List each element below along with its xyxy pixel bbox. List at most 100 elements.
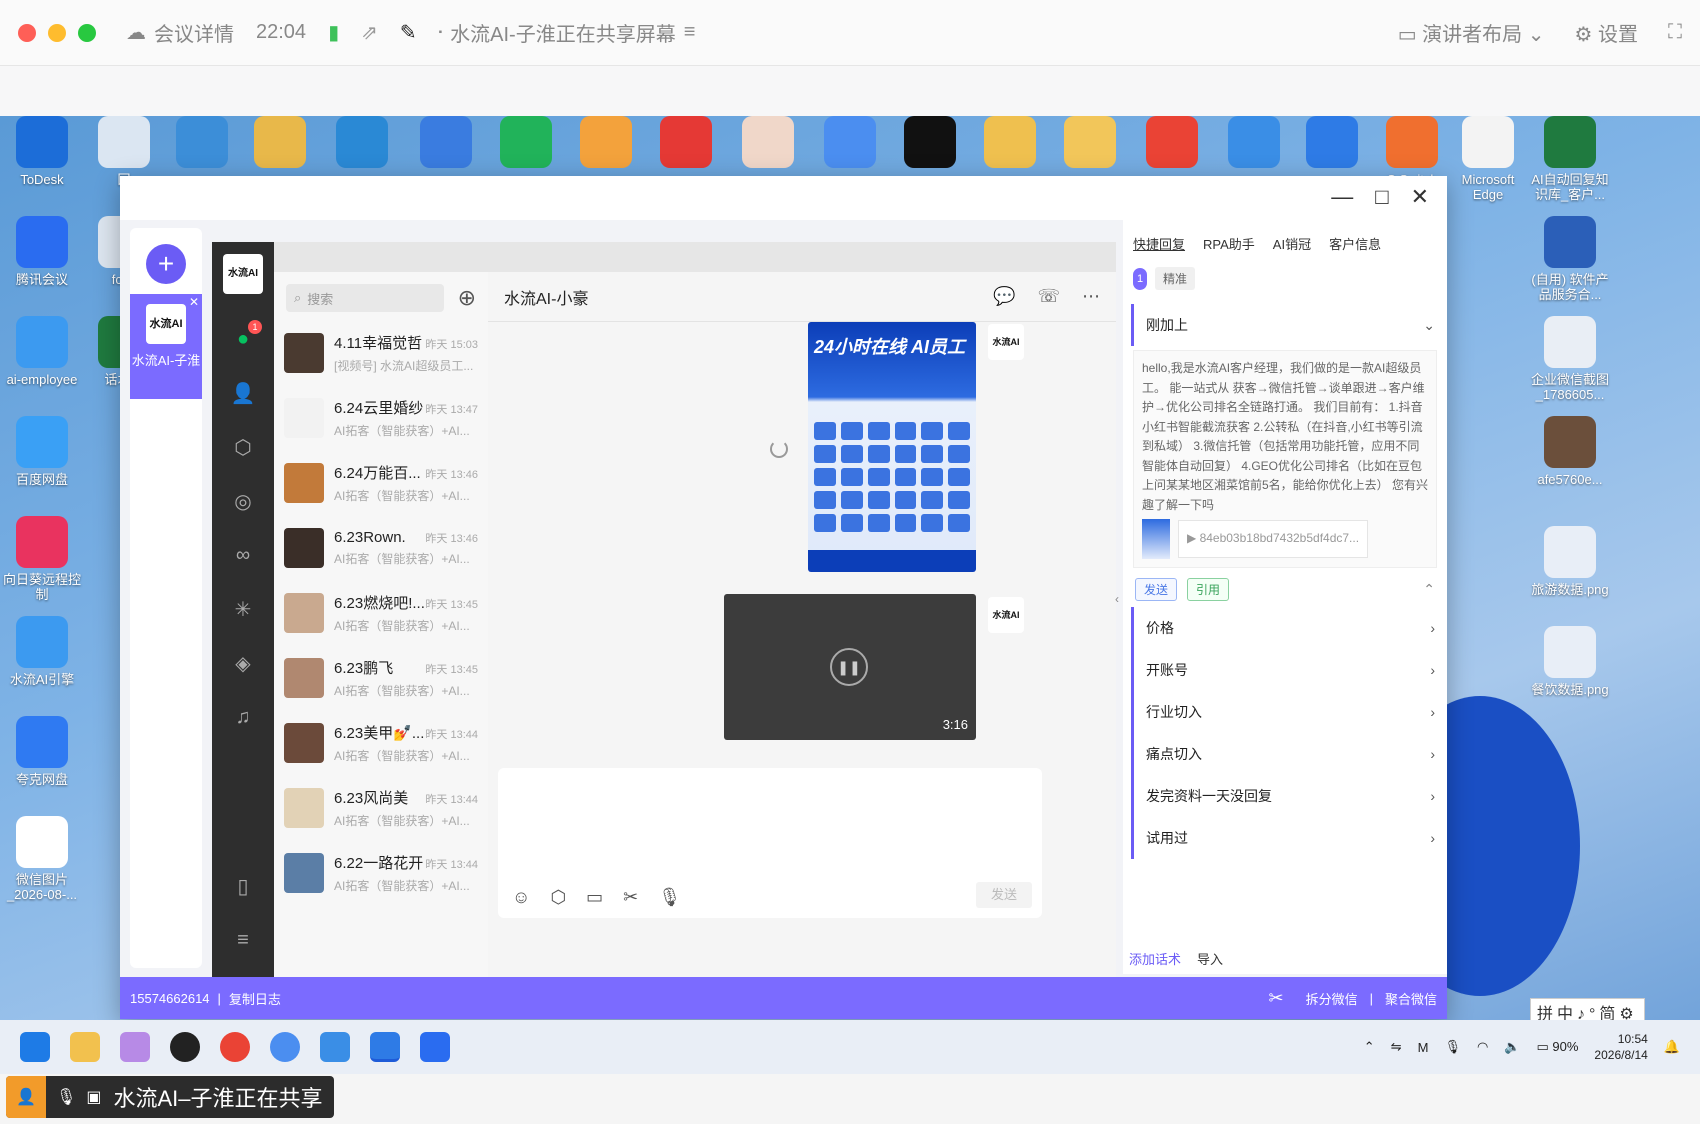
- message-input[interactable]: ☺ ⬡ ▭ ✂ 🎙 发送: [498, 768, 1042, 918]
- wechat-avatar[interactable]: 水流AI: [223, 254, 263, 294]
- chat-list-item[interactable]: 6.22一路花开 昨天 13:44 AI拓客（智能获客）+AI...: [274, 840, 488, 905]
- video-message[interactable]: ❚❚ 3:16: [724, 594, 976, 740]
- desktop-icon[interactable]: Microsoft Edge: [1446, 116, 1530, 202]
- desktop-icon[interactable]: ToDesk: [0, 116, 84, 187]
- file-explorer-icon[interactable]: [70, 1032, 100, 1062]
- add-script-link[interactable]: 添加话术: [1129, 949, 1181, 968]
- microphone-tray-icon[interactable]: 🎙: [1444, 1039, 1461, 1055]
- reply-category[interactable]: 痛点切入 ›: [1131, 733, 1447, 775]
- contacts-icon[interactable]: 👤: [212, 366, 274, 420]
- desktop-icon[interactable]: [160, 116, 244, 172]
- poster-image[interactable]: 24小时在线 AI员工: [808, 322, 976, 572]
- sender-avatar[interactable]: 水流AI: [988, 597, 1024, 633]
- desktop-icon[interactable]: [564, 116, 648, 172]
- sharing-indicator[interactable]: 👤 🎙 ▣ 水流AI–子淮正在共享: [6, 1076, 335, 1118]
- sender-avatar[interactable]: 水流AI: [988, 324, 1024, 360]
- desktop-icon[interactable]: 水流AI引擎: [0, 616, 84, 687]
- mic-icon[interactable]: 🎙: [46, 1087, 76, 1107]
- desktop-icon[interactable]: 百度网盘: [0, 416, 84, 487]
- chevron-up-icon[interactable]: ⌃: [1364, 1039, 1375, 1055]
- start-icon[interactable]: [20, 1032, 50, 1062]
- copy-log-link[interactable]: 复制日志: [229, 989, 281, 1008]
- desktop-icon[interactable]: [238, 116, 322, 172]
- clock[interactable]: 10:54 2026/8/14: [1594, 1031, 1647, 1063]
- desktop-icon[interactable]: [1130, 116, 1214, 172]
- search-feature-icon[interactable]: ✳: [212, 582, 274, 636]
- search-app-icon[interactable]: [270, 1032, 300, 1062]
- attachment-thumbnail[interactable]: [1142, 519, 1170, 559]
- close-icon[interactable]: ✕: [1411, 184, 1429, 210]
- network-tray-icon[interactable]: ⇋: [1391, 1039, 1402, 1055]
- merge-wechat-link[interactable]: 聚合微信: [1385, 989, 1437, 1008]
- moments-icon[interactable]: ◎: [212, 474, 274, 528]
- reply-category[interactable]: 发完资料一天没回复 ›: [1131, 775, 1447, 817]
- desktop-icon[interactable]: (自用) 软件产品服务合...: [1528, 216, 1612, 302]
- desktop-icon[interactable]: [968, 116, 1052, 172]
- music-icon[interactable]: ♫: [212, 690, 274, 744]
- desktop-icon[interactable]: [1212, 116, 1296, 172]
- annotate-off-icon[interactable]: ✎: [400, 20, 417, 45]
- quote-reply-button[interactable]: 引用: [1187, 578, 1230, 601]
- tencent-meeting-icon[interactable]: [420, 1032, 450, 1062]
- filter-chip[interactable]: 精准: [1155, 267, 1196, 290]
- settings-button[interactable]: ⚙ 设置: [1575, 18, 1639, 47]
- fullscreen-icon[interactable]: ⛶: [1668, 21, 1682, 44]
- add-account-button[interactable]: +: [146, 244, 186, 284]
- video-attachment[interactable]: ▶ 84eb03b18bd7432b5df4dc7...: [1178, 520, 1369, 558]
- desktop-icon[interactable]: [404, 116, 488, 172]
- chevron-up-icon[interactable]: ⌃: [1423, 581, 1435, 598]
- popout-icon[interactable]: ⇗: [361, 20, 378, 45]
- chat-list-item[interactable]: 6.23Rown. 昨天 13:46 AI拓客（智能获客）+AI...: [274, 515, 488, 580]
- message-icon[interactable]: 💬: [993, 286, 1015, 307]
- desktop-icon[interactable]: [888, 116, 972, 172]
- filter-count[interactable]: 1: [1133, 267, 1147, 290]
- call-icon[interactable]: ☏: [1037, 286, 1060, 307]
- desktop-icon[interactable]: [726, 116, 810, 172]
- openai-icon[interactable]: [170, 1032, 200, 1062]
- favorites-icon[interactable]: ⬡: [550, 887, 566, 908]
- notification-icon[interactable]: 🔔: [1664, 1039, 1680, 1055]
- chat-list-item[interactable]: 4.11幸福觉哲 昨天 15:03 [视频号] 水流AI超级员工...: [274, 320, 488, 385]
- desktop-icon[interactable]: 餐饮数据.png: [1528, 626, 1612, 697]
- desktop-icon[interactable]: [1290, 116, 1374, 172]
- scissors-icon[interactable]: ✂: [1268, 988, 1283, 1009]
- split-wechat-link[interactable]: 拆分微信: [1306, 989, 1358, 1008]
- minimize-icon[interactable]: —: [1331, 184, 1353, 210]
- close-icon[interactable]: ✕: [189, 295, 199, 309]
- desktop-icon[interactable]: [1048, 116, 1132, 172]
- chat-list-item[interactable]: 6.23美甲💅... 昨天 13:44 AI拓客（智能获客）+AI...: [274, 710, 488, 775]
- panel-tab[interactable]: 客户信息: [1329, 234, 1381, 253]
- account-tab[interactable]: ✕ 水流AI 水流AI-子淮: [130, 294, 202, 399]
- send-button[interactable]: 发送: [976, 882, 1032, 908]
- category-expanded[interactable]: 刚加上 ⌄: [1131, 304, 1447, 346]
- send-reply-button[interactable]: 发送: [1135, 578, 1178, 601]
- reply-card[interactable]: hello,我是水流AI客户经理，我们做的是一款AI超级员工。 能一站式从 获客…: [1133, 350, 1437, 568]
- miniprogram-icon[interactable]: ◈: [212, 636, 274, 690]
- volume-icon[interactable]: 🔈: [1504, 1039, 1520, 1055]
- desktop-icon[interactable]: 企业微信截图_1786605...: [1528, 316, 1612, 402]
- desktop-icon[interactable]: afe5760e...: [1528, 416, 1612, 487]
- emoji-icon[interactable]: ☺: [512, 887, 530, 908]
- maximize-icon[interactable]: □: [1375, 184, 1388, 210]
- scissors-icon[interactable]: ✂: [623, 887, 638, 908]
- folder-icon[interactable]: ▭: [586, 887, 603, 908]
- desktop-icon[interactable]: AI自动回复知识库_客户...: [1528, 116, 1612, 202]
- microphone-icon[interactable]: 🎙: [658, 887, 681, 908]
- favorites-icon[interactable]: ⬡: [212, 420, 274, 474]
- chat-list-item[interactable]: 6.24云里婚纱 昨天 13:47 AI拓客（智能获客）+AI...: [274, 385, 488, 450]
- meeting-details-button[interactable]: ☁ 会议详情: [126, 18, 234, 47]
- desktop-icon[interactable]: ai-employee: [0, 316, 84, 387]
- signal-icon[interactable]: ▮: [328, 20, 339, 45]
- shuiliu-icon[interactable]: [320, 1032, 350, 1062]
- desktop-icon[interactable]: [808, 116, 892, 172]
- settings-menu-icon[interactable]: ≡: [212, 913, 274, 967]
- panel-tab[interactable]: 快捷回复: [1133, 234, 1185, 253]
- sharing-title[interactable]: ▪ 水流AI-子淮正在共享屏幕 ≡: [439, 18, 696, 47]
- reply-category[interactable]: 价格 ›: [1131, 607, 1447, 649]
- m-app-tray-icon[interactable]: M: [1418, 1040, 1429, 1055]
- cat-app-icon[interactable]: [120, 1032, 150, 1062]
- fullscreen-window-button[interactable]: [78, 23, 96, 42]
- more-icon[interactable]: ⋯: [1082, 286, 1100, 307]
- desktop-icon[interactable]: [320, 116, 404, 172]
- search-input[interactable]: ⌕ 搜索: [286, 284, 444, 312]
